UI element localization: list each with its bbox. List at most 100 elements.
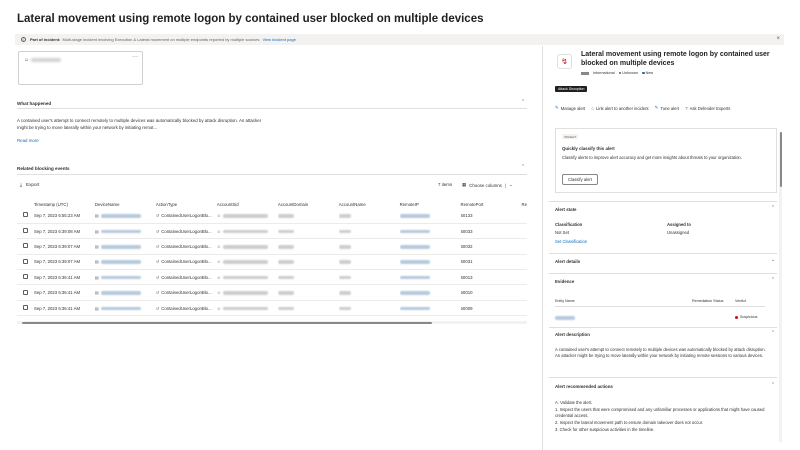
redacted-ip xyxy=(400,230,430,234)
evidence-entity[interactable] xyxy=(555,315,575,320)
redacted-device[interactable] xyxy=(101,230,141,234)
lateral-movement-icon: ↯ xyxy=(557,54,572,69)
assigned-label: Assigned to xyxy=(667,222,691,227)
column-header[interactable]: ActionType xyxy=(156,200,217,208)
redacted-sid xyxy=(223,214,268,218)
alert-details-header: Alert details xyxy=(555,259,580,264)
chevron-up-icon[interactable]: ⌃ xyxy=(771,277,775,283)
more-options-icon[interactable]: ··· xyxy=(132,54,138,60)
row-checkbox[interactable] xyxy=(23,228,28,233)
row-checkbox[interactable] xyxy=(23,305,28,310)
verdict-label: Suspicious xyxy=(740,315,757,319)
account-icon: ☺ xyxy=(217,213,221,218)
user-card[interactable]: ☺ ··· xyxy=(18,51,143,85)
action-icon: ↺ xyxy=(156,306,159,311)
redacted-account xyxy=(339,214,351,218)
alert-panel: ↯ Lateral movement using remote logon by… xyxy=(542,46,784,450)
read-more-link[interactable]: Read more xyxy=(17,138,39,143)
horizontal-scrollbar[interactable] xyxy=(17,321,527,324)
table-row[interactable]: Sep 7, 2023 6:39:07 AM ▤ ↺ContainedUserL… xyxy=(17,239,527,254)
table-row[interactable]: Sep 7, 2023 6:39:08 AM ▤ ↺ContainedUserL… xyxy=(17,223,527,238)
tune-icon: ✎ xyxy=(655,105,659,111)
redacted-sid xyxy=(223,307,268,311)
recommended-line: 1. Inspect the users that were compromis… xyxy=(555,407,770,419)
table-header-row: Timestamp (UTC) DeviceName ActionType Ac… xyxy=(17,200,527,208)
chevron-up-icon[interactable]: ⌃ xyxy=(521,164,525,170)
recommended-actions-header: Alert recommended actions xyxy=(555,384,613,389)
ask-experts-button[interactable]: ?Ask Defender Experts xyxy=(685,105,730,111)
action-cell: ContainedUserLogonBlo... xyxy=(161,244,211,249)
action-cell: ContainedUserLogonBlo... xyxy=(161,275,211,280)
export-button[interactable]: ⤓ Export xyxy=(20,182,39,187)
redacted-device[interactable] xyxy=(101,291,141,295)
close-icon[interactable]: × xyxy=(776,36,780,42)
chevron-up-icon[interactable]: ⌃ xyxy=(771,330,775,336)
alert-status-row: Informational Unknown New xyxy=(581,71,653,75)
insight-description: Classify alerts to improve alert accurac… xyxy=(562,155,762,161)
redacted-device[interactable] xyxy=(101,214,141,218)
device-icon: ▤ xyxy=(95,275,99,280)
manage-alert-button[interactable]: ✎Manage alert xyxy=(555,105,585,111)
chevron-up-icon[interactable]: ⌃ xyxy=(521,99,525,105)
column-header[interactable]: RemotePort xyxy=(461,200,522,208)
table-row[interactable]: Sep 7, 2023 6:39:07 AM ▤ ↺ContainedUserL… xyxy=(17,254,527,269)
redacted-account xyxy=(339,230,351,234)
chevron-down-icon[interactable]: ⌄ xyxy=(771,257,775,263)
table-row[interactable]: Sep 7, 2023 6:36:41 AM ▤ ↺ContainedUserL… xyxy=(17,300,527,315)
tune-alert-label: Tune alert xyxy=(660,106,679,111)
chevron-up-icon[interactable]: ⌃ xyxy=(771,205,775,211)
action-icon: ↺ xyxy=(156,229,159,234)
classify-alert-button[interactable]: Classify alert xyxy=(562,174,598,185)
link-alert-button[interactable]: ○Link alert to another incident xyxy=(591,105,648,111)
column-header[interactable]: AccountName xyxy=(339,200,400,208)
row-checkbox[interactable] xyxy=(23,274,28,279)
chevron-up-icon[interactable]: ⌃ xyxy=(771,382,775,388)
edit-icon: ✎ xyxy=(555,105,559,111)
redacted-sid xyxy=(223,230,268,234)
action-cell: ContainedUserLogonBlo... xyxy=(161,229,211,234)
column-header[interactable]: AccountDomain xyxy=(278,200,339,208)
row-checkbox[interactable] xyxy=(23,259,28,264)
column-header[interactable]: AccountSid xyxy=(217,200,278,208)
redacted-domain xyxy=(278,260,294,264)
chevron-down-icon[interactable]: ⌄ xyxy=(509,182,513,188)
redacted-device[interactable] xyxy=(101,276,141,280)
severity-icon xyxy=(581,72,589,75)
classification-label: Classification xyxy=(555,222,582,227)
redacted-device[interactable] xyxy=(101,245,141,249)
redacted-ip xyxy=(400,276,430,280)
unknown-dot-icon xyxy=(619,72,622,75)
choose-columns-button[interactable]: ▦ Choose columns | ⌄ xyxy=(462,182,513,188)
device-icon: ▤ xyxy=(95,259,99,264)
column-header[interactable]: Re xyxy=(522,200,528,208)
account-icon: ☺ xyxy=(217,259,221,264)
scrollbar-thumb[interactable] xyxy=(22,322,432,324)
redacted-device[interactable] xyxy=(101,260,141,264)
assigned-value: Unassigned xyxy=(667,230,689,235)
redacted-ip xyxy=(400,260,430,264)
insight-title: Quickly classify this alert xyxy=(562,146,615,151)
redacted-account xyxy=(339,291,351,295)
divider xyxy=(549,253,777,254)
set-classification-link[interactable]: Set Classification xyxy=(555,239,587,244)
table-row[interactable]: Sep 7, 2023 6:36:41 AM ▤ ↺ContainedUserL… xyxy=(17,270,527,285)
row-checkbox[interactable] xyxy=(23,290,28,295)
verdict-value: Suspicious xyxy=(735,315,757,319)
column-header[interactable]: DeviceName xyxy=(95,200,156,208)
vertical-scrollbar[interactable] xyxy=(779,132,782,442)
scrollbar-thumb[interactable] xyxy=(780,132,782,187)
table-row[interactable]: Sep 7, 2023 6:36:41 AM ▤ ↺ContainedUserL… xyxy=(17,285,527,300)
row-checkbox[interactable] xyxy=(23,212,28,217)
timestamp-cell: Sep 7, 2023 6:39:07 AM xyxy=(34,239,95,254)
column-header[interactable]: RemoteIP xyxy=(400,200,461,208)
tune-alert-button[interactable]: ✎Tune alert xyxy=(655,105,679,111)
view-incident-link[interactable]: View incident page xyxy=(262,37,296,42)
column-header[interactable]: Timestamp (UTC) xyxy=(34,200,95,208)
row-checkbox[interactable] xyxy=(23,243,28,248)
person-icon: ☺ xyxy=(24,57,29,63)
remediation-column: Remediation Status xyxy=(692,299,723,303)
table-row[interactable]: Sep 7, 2023 6:55:23 AM ▤ ↺ContainedUserL… xyxy=(17,208,527,223)
redacted-domain xyxy=(278,230,294,234)
account-icon: ☺ xyxy=(217,290,221,295)
redacted-device[interactable] xyxy=(101,307,141,311)
